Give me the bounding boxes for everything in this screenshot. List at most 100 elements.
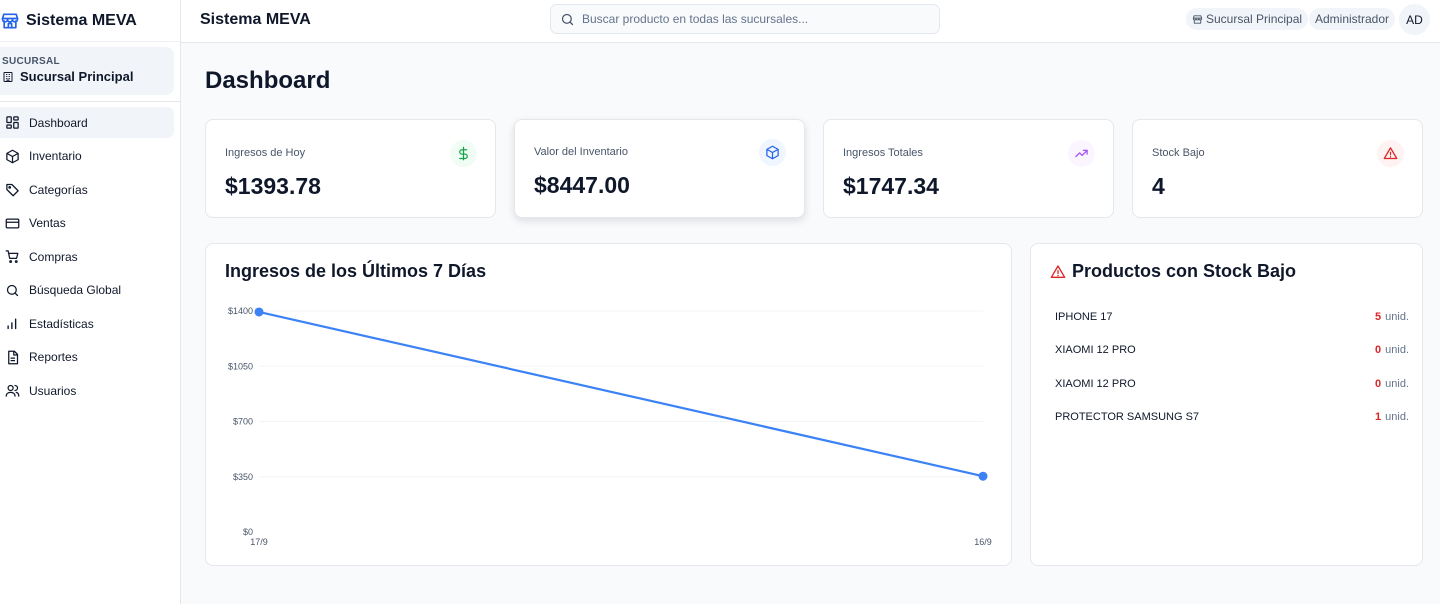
y-tick-label: $1050 xyxy=(228,361,253,371)
sidebar-item-busqueda-global[interactable]: Búsqueda Global xyxy=(0,275,174,306)
stat-card-ingresos-hoy: Ingresos de Hoy $1393.78 xyxy=(205,119,496,218)
stat-label: Ingresos de Hoy xyxy=(225,147,306,159)
dashboard-icon xyxy=(6,116,19,129)
sidebar-item-categorias[interactable]: Categorías xyxy=(0,174,174,205)
qty-number: 5 xyxy=(1375,310,1382,323)
qty-unit: unid. xyxy=(1385,344,1409,357)
stat-card-ingresos-totales: Ingresos Totales $1747.34 xyxy=(823,119,1114,218)
box-icon xyxy=(6,149,19,163)
sidebar-item-ventas[interactable]: Ventas xyxy=(0,208,174,239)
store-icon xyxy=(1192,14,1203,24)
stat-label: Valor del Inventario xyxy=(534,146,628,158)
store-icon xyxy=(1,13,19,28)
stat-label: Stock Bajo xyxy=(1152,147,1205,159)
sidebar-item-dashboard[interactable]: Dashboard xyxy=(0,107,174,138)
header-title: Sistema MEVA xyxy=(200,11,311,28)
brand[interactable]: Sistema MEVA xyxy=(0,0,180,42)
sidebar-item-label: Reportes xyxy=(29,350,78,364)
product-name: PROTECTOR SAMSUNG S7 xyxy=(1055,411,1200,424)
alert-triangle-icon xyxy=(1050,264,1066,278)
qty-number: 1 xyxy=(1375,411,1382,424)
low-stock-list: IPHONE 17 5 unid. XIAOMI 12 PRO 0 unid. XI… xyxy=(1055,300,1409,434)
stock-qty: 0 unid. xyxy=(1375,378,1409,390)
sidebar-item-label: Dashboard xyxy=(29,115,88,130)
series-line xyxy=(258,310,984,478)
low-stock-title-text: Productos con Stock Bajo xyxy=(1072,261,1297,281)
sidebar-item-label: Usuarios xyxy=(29,383,77,398)
sidebar-item-compras[interactable]: Compras xyxy=(0,241,174,272)
search-icon xyxy=(561,13,574,25)
data-point xyxy=(254,307,264,317)
sidebar-nav: Dashboard Inventario Categorías Ventas C… xyxy=(0,107,180,406)
stat-card-valor-inventario: Valor del Inventario $8447.00 xyxy=(514,119,805,218)
bar-chart-icon xyxy=(7,318,17,330)
branch-selector[interactable]: SUCURSAL Sucursal Principal xyxy=(0,47,174,95)
role-chip-label: Administrador xyxy=(1315,12,1390,26)
qty-unit: unid. xyxy=(1385,377,1409,390)
data-point xyxy=(978,471,988,481)
package-icon xyxy=(759,139,786,166)
branch-name: Sucursal Principal xyxy=(2,69,174,84)
search-input[interactable] xyxy=(582,12,922,26)
stat-value: 4 xyxy=(1152,173,1165,199)
building-icon xyxy=(3,71,13,82)
sidebar-item-inventario[interactable]: Inventario xyxy=(0,141,174,172)
global-search[interactable] xyxy=(550,4,940,34)
stat-label: Ingresos Totales xyxy=(843,147,923,159)
top-header: Sistema MEVA Sucursal Principal Administ… xyxy=(181,0,1440,43)
sidebar-item-label: Inventario xyxy=(29,149,82,163)
sidebar-item-label: Estadísticas xyxy=(29,316,94,331)
y-tick-label: $700 xyxy=(233,417,253,427)
y-tick-label: $0 xyxy=(243,527,253,537)
sidebar-item-reportes[interactable]: Reportes xyxy=(0,342,174,373)
list-item[interactable]: PROTECTOR SAMSUNG S7 1 unid. xyxy=(1055,401,1409,435)
y-tick-label: $1400 xyxy=(228,306,253,316)
sidebar-item-label: Búsqueda Global xyxy=(29,283,122,297)
list-item[interactable]: IPHONE 17 5 unid. xyxy=(1055,300,1409,334)
branch-label: SUCURSAL xyxy=(2,56,60,67)
stat-value: $1393.78 xyxy=(225,173,321,199)
stock-qty: 5 unid. xyxy=(1375,311,1409,323)
list-item[interactable]: XIAOMI 12 PRO 0 unid. xyxy=(1055,334,1409,368)
chart-title: Ingresos de los Últimos 7 Días xyxy=(225,261,487,281)
product-name: IPHONE 17 xyxy=(1055,310,1113,323)
stat-card-stock-bajo: Stock Bajo 4 xyxy=(1132,119,1423,218)
search-icon xyxy=(6,284,19,296)
qty-unit: unid. xyxy=(1385,310,1409,323)
sidebar-item-usuarios[interactable]: Usuarios xyxy=(0,375,174,406)
trending-up-icon xyxy=(1068,140,1095,167)
credit-card-icon xyxy=(5,218,20,228)
revenue-chart-card: $0 $350 $700 $1050 $1400 17/9 16/9 Ingresos de… xyxy=(205,243,1012,566)
branch-name-text: Sucursal Principal xyxy=(20,69,134,84)
product-name: XIAOMI 12 PRO xyxy=(1055,377,1136,390)
sidebar-item-label: Ventas xyxy=(29,216,66,230)
revenue-line-chart: $0 $350 $700 $1050 $1400 17/9 16/9 xyxy=(228,306,992,547)
document-icon xyxy=(8,350,19,364)
stat-value: $8447.00 xyxy=(534,172,630,198)
avatar[interactable]: AD xyxy=(1399,4,1430,35)
qty-number: 0 xyxy=(1375,344,1382,357)
x-tick-label: 16/9 xyxy=(974,537,992,547)
stock-qty: 1 unid. xyxy=(1375,411,1409,423)
product-name: XIAOMI 12 PRO xyxy=(1055,344,1136,357)
branch-chip-label: Sucursal Principal xyxy=(1206,12,1303,26)
tag-icon xyxy=(6,183,19,197)
sidebar-item-label: Categorías xyxy=(29,182,88,197)
y-tick-label: $350 xyxy=(233,472,253,482)
sidebar: Sistema MEVA SUCURSAL Sucursal Principal… xyxy=(0,0,181,604)
role-chip[interactable]: Administrador xyxy=(1309,8,1396,30)
low-stock-title: Productos con Stock Bajo xyxy=(1050,261,1296,282)
cart-icon xyxy=(5,250,19,263)
branch-chip[interactable]: Sucursal Principal xyxy=(1186,8,1309,30)
x-tick-label: 17/9 xyxy=(250,537,268,547)
page-title: Dashboard xyxy=(205,67,331,94)
stat-value: $1747.34 xyxy=(843,173,939,199)
qty-unit: unid. xyxy=(1385,411,1409,424)
dollar-icon xyxy=(450,140,477,167)
sidebar-item-estadisticas[interactable]: Estadísticas xyxy=(0,308,174,339)
users-icon xyxy=(5,384,20,397)
list-item[interactable]: XIAOMI 12 PRO 0 unid. xyxy=(1055,367,1409,401)
qty-number: 0 xyxy=(1375,377,1382,390)
alert-triangle-icon xyxy=(1377,140,1404,167)
brand-title: Sistema MEVA xyxy=(26,11,137,29)
